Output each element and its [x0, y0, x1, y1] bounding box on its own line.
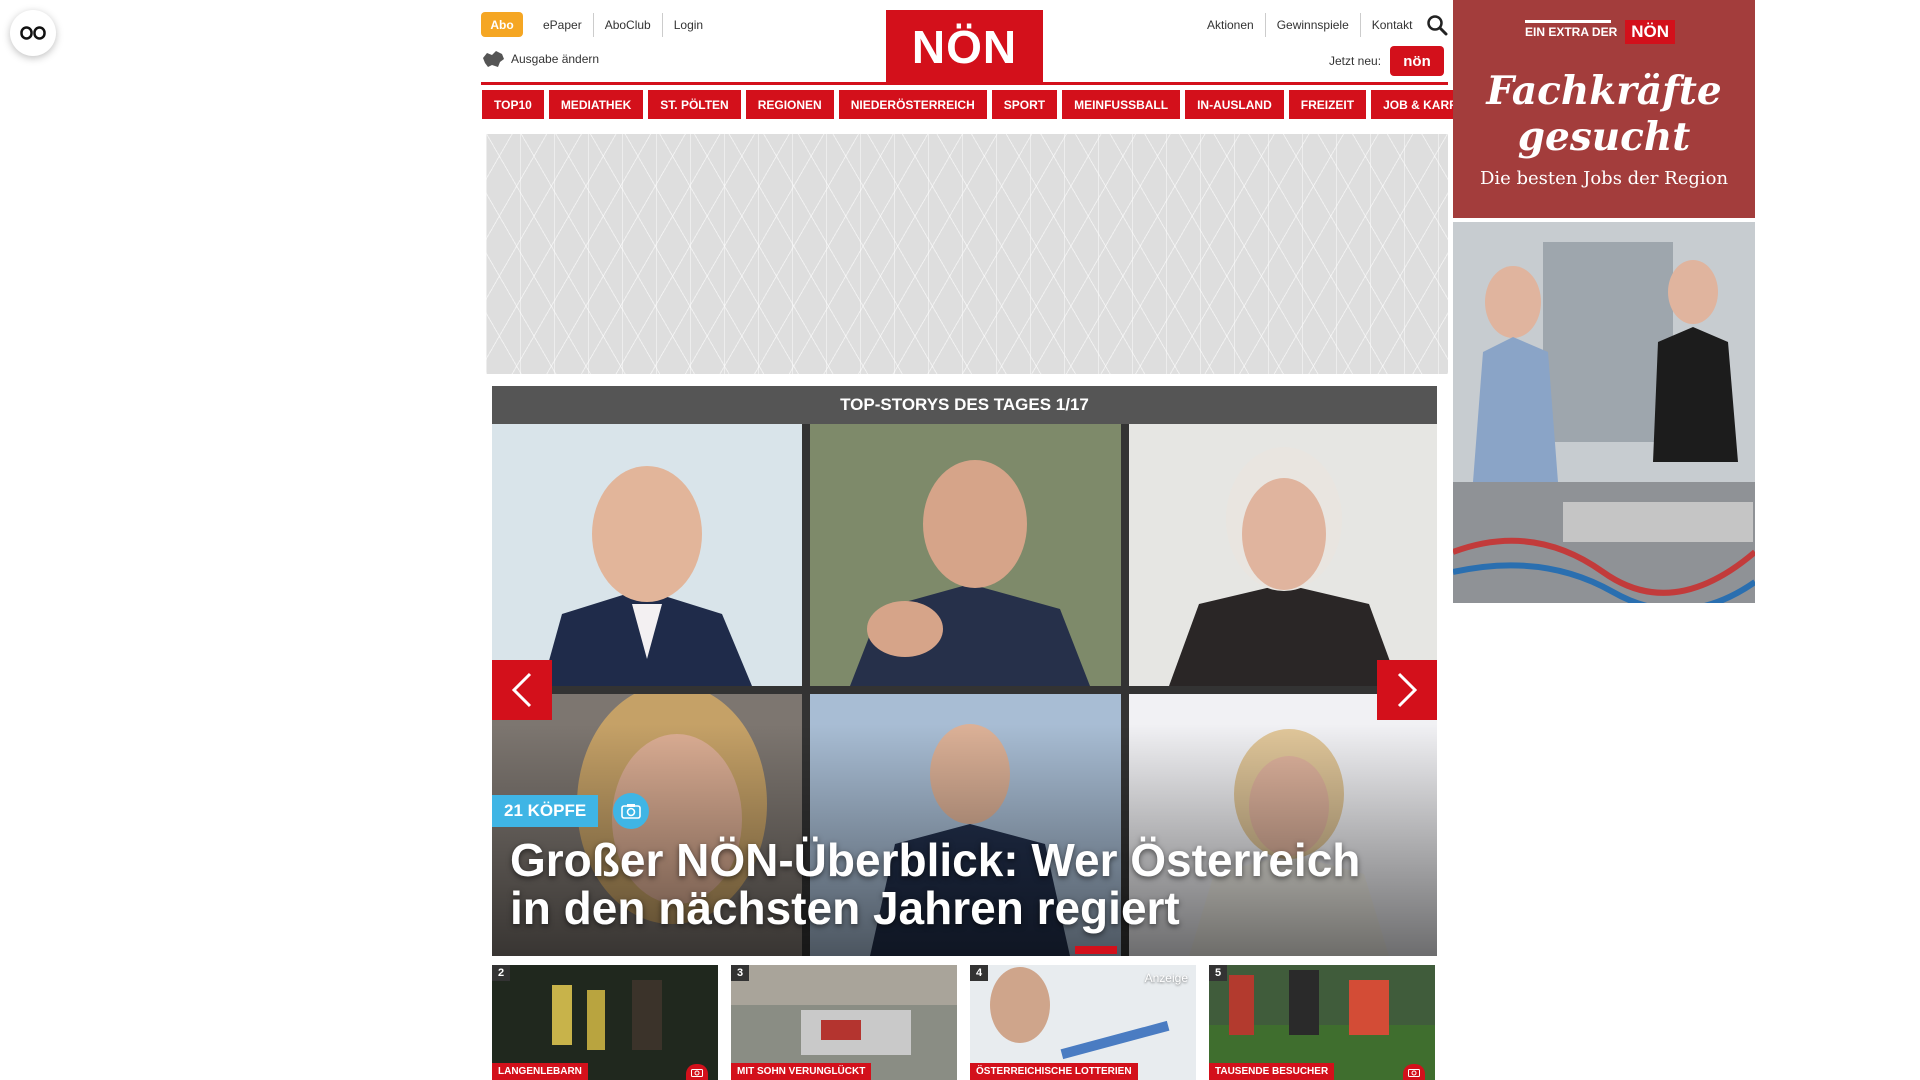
camera-icon	[613, 793, 649, 829]
story-thumb-3[interactable]: 3 MIT SOHN VERUNGLÜCKT	[731, 965, 957, 1080]
ad-headline: Fachkräfte gesucht	[1486, 68, 1722, 160]
slider-next-button[interactable]	[1377, 660, 1437, 720]
epaper-link[interactable]: ePaper	[532, 13, 593, 37]
top-right-links: Aktionen Gewinnspiele Kontakt	[1196, 13, 1423, 37]
portrait-photo-2	[810, 424, 1121, 686]
slider-prev-button[interactable]	[492, 660, 552, 720]
aktionen-link[interactable]: Aktionen	[1196, 13, 1265, 37]
thumb-number: 2	[492, 965, 511, 981]
main-nav: TOP10 MEDIATHEK ST. PÖLTEN REGIONEN NIED…	[482, 90, 1498, 119]
thumb-number: 5	[1209, 965, 1228, 981]
thumb-category: TAUSENDE BESUCHER	[1209, 1063, 1335, 1080]
accessibility-button[interactable]	[10, 10, 56, 56]
top-stories-title: TOP-STORYS DES TAGES 1/17	[492, 386, 1437, 424]
ad-label: Anzeige	[1144, 971, 1188, 985]
thumb-number: 4	[970, 965, 989, 981]
camera-icon	[1403, 1064, 1425, 1080]
nav-item-in-ausland[interactable]: IN-AUSLAND	[1185, 90, 1284, 119]
search-icon[interactable]	[1426, 14, 1448, 36]
nav-item-st-poelten[interactable]: ST. PÖLTEN	[648, 90, 741, 119]
portrait-photo-3	[1129, 424, 1437, 686]
top-left-links: ePaper AboClub Login	[532, 13, 714, 37]
jetzt-neu-label: Jetzt neu:	[1329, 54, 1382, 68]
story-thumb-5[interactable]: 5 TAUSENDE BESUCHER	[1209, 965, 1435, 1080]
chevron-right-icon	[1397, 672, 1418, 708]
camera-icon	[686, 1064, 708, 1080]
kontakt-link[interactable]: Kontakt	[1359, 13, 1424, 37]
story-thumb-4[interactable]: 4 Anzeige ÖSTERREICHISCHE LOTTERIEN	[970, 965, 1196, 1080]
glasses-icon	[20, 26, 46, 40]
chevron-left-icon	[511, 672, 532, 708]
nav-item-regionen[interactable]: REGIONEN	[745, 90, 834, 119]
nav-item-niederoesterreich[interactable]: NIEDERÖSTERREICH	[838, 90, 987, 119]
side-ad-photo[interactable]	[1453, 222, 1755, 603]
jetzt-neu-badge[interactable]: nön	[1390, 46, 1444, 76]
nav-item-meinfussball[interactable]: MEINFUSSBALL	[1062, 90, 1181, 119]
side-ad-banner[interactable]: EIN EXTRA DER NÖN Fachkräfte gesucht Die…	[1453, 0, 1755, 218]
header-divider	[481, 82, 1448, 85]
thumb-category: MIT SOHN VERUNGLÜCKT	[731, 1063, 872, 1080]
slide-progress-indicator	[1075, 946, 1117, 954]
ad-mini-logo: NÖN	[1625, 20, 1676, 44]
gewinnspiele-link[interactable]: Gewinnspiele	[1264, 13, 1360, 37]
nav-item-freizeit[interactable]: FREIZEIT	[1288, 90, 1367, 119]
edition-switcher[interactable]: Ausgabe ändern	[481, 50, 599, 68]
edition-label: Ausgabe ändern	[511, 52, 600, 66]
ad-extra-text: EIN EXTRA DER	[1525, 25, 1618, 39]
aboclub-link[interactable]: AboClub	[592, 13, 662, 37]
story-badge: 21 KÖPFE	[492, 795, 599, 827]
top-story-headline[interactable]: Großer NÖN-Überblick: Wer Österreich in …	[510, 836, 1410, 932]
thumb-category: ÖSTERREICHISCHE LOTTERIEN	[970, 1063, 1138, 1080]
story-thumb-2[interactable]: 2 LANGENLEBARN	[492, 965, 718, 1080]
nav-item-mediathek[interactable]: MEDIATHEK	[548, 90, 644, 119]
portrait-photo-1	[492, 424, 802, 686]
nav-item-sport[interactable]: SPORT	[991, 90, 1058, 119]
ad-extra-label: EIN EXTRA DER NÖN	[1525, 20, 1676, 44]
abo-button[interactable]: Abo	[481, 12, 523, 37]
thumb-number: 3	[731, 965, 750, 981]
thumb-category: LANGENLEBARN	[492, 1063, 588, 1080]
nav-item-top10[interactable]: TOP10	[482, 90, 544, 119]
ad-subline: Die besten Jobs der Region	[1479, 168, 1729, 189]
login-link[interactable]: Login	[661, 13, 714, 37]
ad-placeholder	[486, 134, 1448, 374]
site-logo[interactable]: NÖN	[886, 10, 1043, 83]
lower-austria-map-icon	[483, 51, 504, 67]
